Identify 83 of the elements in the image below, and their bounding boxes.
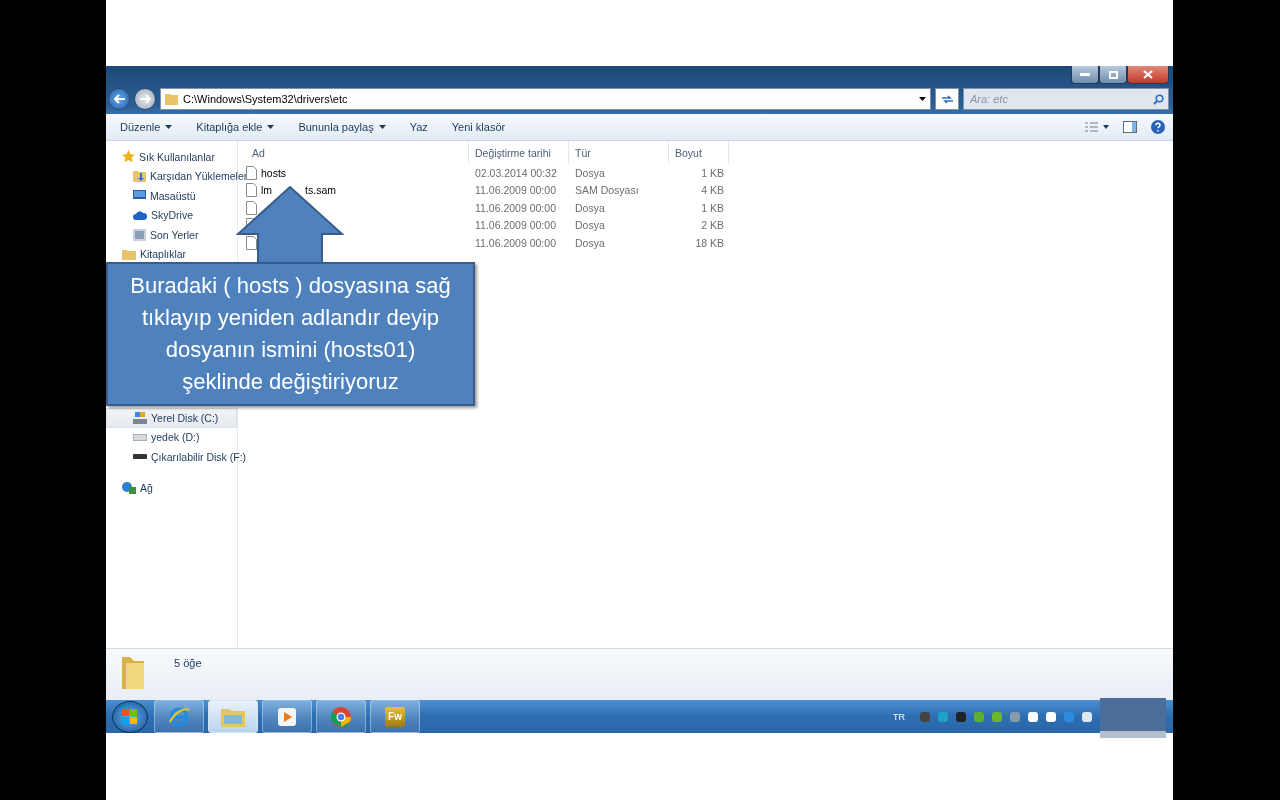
download-folder-icon [133,170,146,183]
toolbar-button[interactable]: Yaz [409,121,428,133]
sidebar-group[interactable]: Ağ [106,478,156,498]
file-icon [246,165,257,180]
chrome-icon [330,705,352,728]
file-name-fragment[interactable]: ts.sam [305,184,336,197]
drive-icon [133,411,147,424]
caret-icon [378,125,386,129]
table-cell-text: Dosya [574,166,606,179]
desktop-icon [133,190,146,202]
play-icon [278,707,296,726]
column-header[interactable]: Değiştirme tarihi [469,141,569,164]
file-name-fragment[interactable]: lm [261,184,273,197]
sidebar-item[interactable]: SkyDrive [106,205,196,225]
callout-text: Buradaki ( hosts ) dosyasına sağ tıklayıp yeniden adlandır deyip dosyanın ismini (hosts01) şeklinde değiştiriyoruz [130,272,451,396]
file-icon [246,235,257,250]
help-icon[interactable] [1151,120,1165,134]
sidebar-item[interactable]: Çıkarılabilir Disk (F:) [106,447,250,467]
search-icon [1153,93,1164,105]
table-cell-text: 02.03.2014 00:32 [474,166,558,179]
caret-icon [165,125,173,129]
file-icon [246,183,257,198]
search-box[interactable]: Ara: etc [963,88,1169,110]
minimize-icon [1080,73,1090,76]
drive-icon [133,433,147,441]
preview-pane-icon[interactable] [1123,121,1137,133]
folder-icon [165,93,178,105]
toolbar-button[interactable]: Düzenle [120,121,173,133]
column-header[interactable]: Tür [569,141,669,164]
forward-arrow-icon [139,94,151,104]
table-cell-text: 11.06.2009 00:00 [474,184,557,197]
column-header[interactable]: Ad [246,141,469,164]
toolbar-button[interactable]: Kitaplığa ekle [196,121,275,133]
toolbar-button[interactable]: Bununla paylaş [298,121,386,133]
folder-icon [122,248,136,260]
table-cell-text: Dosya [574,236,606,249]
start-button[interactable] [112,700,148,733]
sidebar-group[interactable]: Sık Kullanılanlar [106,147,218,167]
close-icon [1143,70,1153,79]
sidebar-item[interactable]: Masaüstü [106,186,199,206]
sidebar-item[interactable]: Yerel Disk (C:) [106,408,237,428]
table-cell-text: SAM Dosyası [574,184,640,197]
sidebar-item[interactable]: Karşıdan Yüklemeler [106,166,251,186]
refresh-button[interactable] [935,88,959,110]
table-cell-text: Dosya [574,219,606,232]
table-cell-text: 4 KB [700,184,724,197]
table-cell-text: 2 KB [700,219,724,232]
column-header[interactable]: Boyut [669,141,729,164]
minimize-button[interactable] [1071,66,1099,84]
table-cell-text: Dosya [574,201,606,214]
table-cell-text: 1 KB [700,166,724,179]
toolbar-button[interactable]: Yeni klasör [451,121,506,133]
back-button[interactable] [108,88,130,110]
forward-button[interactable] [134,88,156,110]
star-icon [122,150,135,164]
caret-icon [267,125,275,129]
close-button[interactable] [1127,66,1169,84]
maximize-button[interactable] [1099,66,1127,84]
windows-logo-icon [122,708,138,725]
back-arrow-icon [113,94,125,104]
table-cell-text: 11.06.2009 00:00 [474,201,557,214]
dropdown-arrow-icon[interactable] [919,97,926,101]
language-indicator[interactable]: TR [893,711,905,722]
overlay-block [1100,698,1166,738]
cloud-icon [133,210,147,220]
table-cell-text: 18 KB [694,236,724,249]
sidebar-item[interactable]: yedek (D:) [106,427,203,447]
table-cell-text: 1 KB [700,201,724,214]
maximize-icon [1108,70,1118,79]
search-field[interactable]: Ara: etc [968,93,1153,105]
drive-icon [133,454,147,460]
sidebar-item[interactable]: Son Yerler [106,225,202,245]
sidebar-group[interactable]: Kitaplıklar [106,244,190,264]
file-name[interactable]: hosts [261,166,287,179]
address-field[interactable]: C:\Windows\System32\drivers\etc [160,88,931,110]
file-icon [246,200,257,215]
table-cell-text: 11.06.2009 00:00 [474,236,557,249]
view-options-icon[interactable] [1085,122,1109,132]
app-icon: Fw [385,706,405,727]
browser-e-icon [168,705,190,728]
recent-places-icon [133,228,146,241]
table-cell-text: 11.06.2009 00:00 [474,219,557,232]
item-count: 5 öğe [174,657,202,669]
